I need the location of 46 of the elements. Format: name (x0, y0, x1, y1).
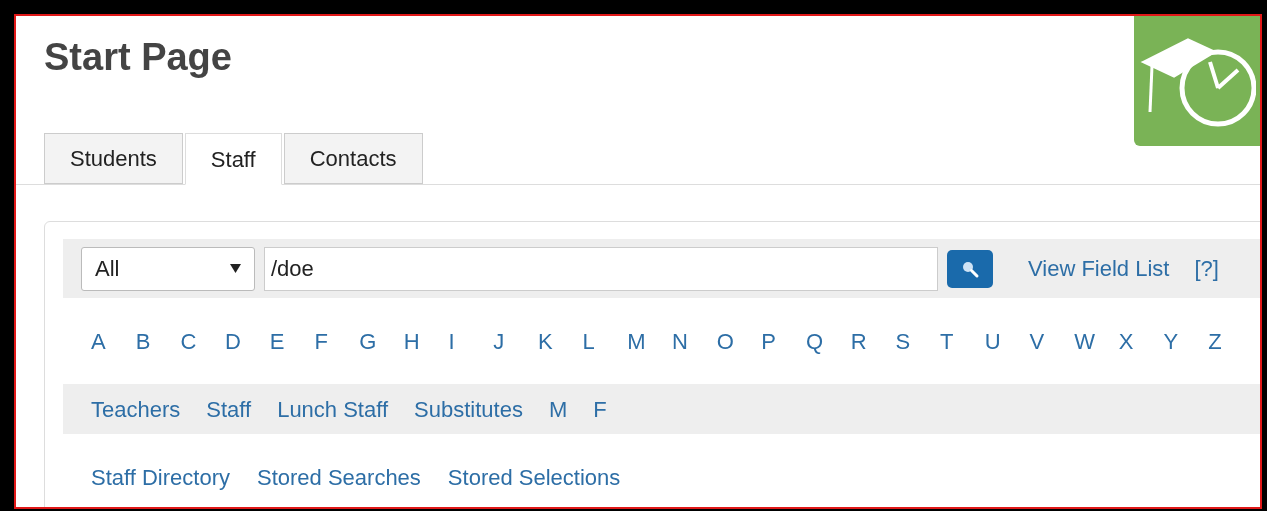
letter-link[interactable]: P (761, 324, 806, 358)
tab[interactable]: Contacts (283, 133, 423, 184)
search-field[interactable]: /doe (264, 246, 938, 291)
nav-link[interactable]: Staff Directory (91, 460, 230, 494)
letter-link[interactable]: N (671, 324, 717, 358)
letter-link[interactable]: J (493, 324, 538, 358)
letter-link[interactable]: O (716, 324, 762, 358)
scope-dropdown[interactable]: All (81, 246, 255, 291)
letter-link[interactable]: Z (1208, 324, 1253, 358)
letter-link[interactable]: G (359, 324, 404, 358)
staff-group-link[interactable]: M (548, 392, 568, 426)
help-link[interactable]: [?] (1194, 252, 1219, 285)
letter-link[interactable]: F (314, 324, 360, 358)
page-title: Start Page (44, 36, 232, 80)
dropdown-caret-icon (230, 264, 241, 273)
letter-link[interactable]: L (582, 324, 628, 358)
letter-link[interactable]: I (448, 324, 494, 358)
letter-link[interactable]: B (135, 324, 181, 358)
letter-link[interactable]: A (91, 324, 136, 358)
letter-link[interactable]: S (895, 324, 941, 358)
scope-value: All (95, 255, 120, 283)
nav-link[interactable]: Stored Selections (447, 460, 621, 494)
staff-group-link[interactable]: Lunch Staff (277, 392, 389, 426)
letter-link[interactable]: D (225, 324, 270, 358)
letter-link[interactable]: Q (806, 324, 851, 358)
nav-link[interactable]: Stored Searches (257, 460, 421, 494)
letter-link[interactable]: W (1074, 324, 1119, 358)
letter-link[interactable]: H (403, 324, 449, 358)
letter-link[interactable]: T (940, 324, 985, 358)
search-button[interactable] (947, 249, 993, 288)
letter-link[interactable]: E (269, 324, 315, 358)
letter-link[interactable]: K (537, 324, 583, 358)
staff-group-link[interactable]: F (593, 392, 607, 426)
letter-link[interactable]: M (627, 324, 672, 358)
letter-link[interactable]: C (180, 324, 226, 358)
staff-group-link[interactable]: Staff (206, 392, 252, 426)
tab[interactable]: Students (44, 133, 183, 184)
view-field-list-link[interactable]: View Field List (1028, 252, 1170, 285)
letter-link[interactable]: X (1118, 324, 1164, 358)
tab[interactable]: Staff (184, 133, 282, 185)
letter-link[interactable]: Y (1163, 324, 1209, 358)
staff-group-link[interactable]: Substitutes (414, 392, 523, 426)
letter-link[interactable]: V (1029, 324, 1075, 358)
letter-link[interactable]: R (850, 324, 896, 358)
letter-link[interactable]: U (984, 324, 1030, 358)
staff-group-link[interactable]: Teachers (91, 392, 181, 426)
